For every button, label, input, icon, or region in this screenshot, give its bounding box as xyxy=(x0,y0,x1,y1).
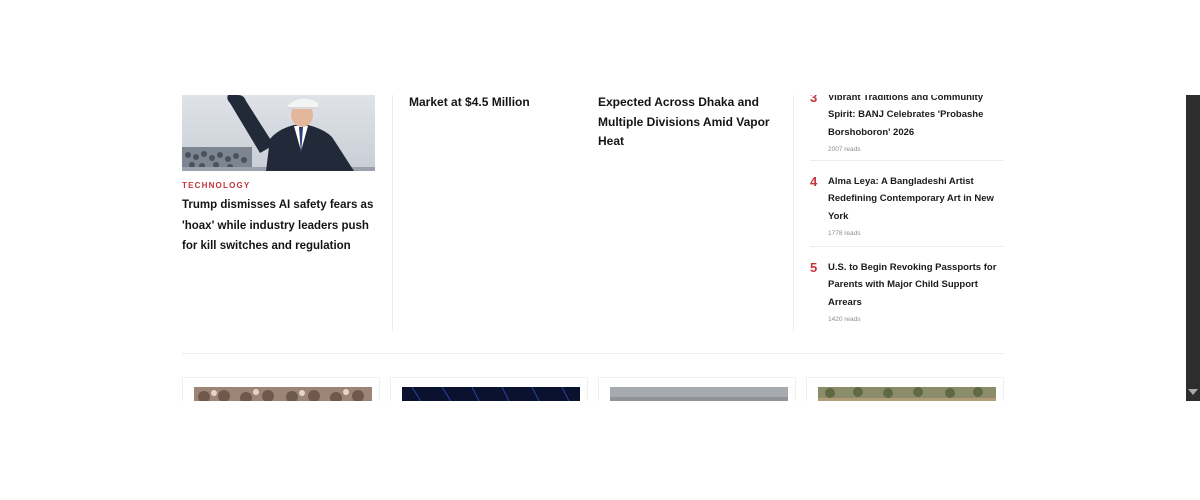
trending-rank: 5 xyxy=(810,260,818,275)
column-divider xyxy=(793,95,794,331)
triangle-down-icon[interactable] xyxy=(1188,389,1198,395)
news-card-image[interactable] xyxy=(610,387,788,401)
trending-title[interactable]: Vibrant Traditions and Community Spirit:… xyxy=(828,95,1004,141)
section-divider xyxy=(182,353,1004,354)
news-card-image[interactable] xyxy=(402,386,580,401)
lead-story-image[interactable] xyxy=(182,95,375,171)
scrollbar[interactable] xyxy=(1186,95,1200,401)
trending-reads: 1778 reads xyxy=(828,230,861,237)
lead-story-headline[interactable]: Trump dismisses AI safety fears as 'hoax… xyxy=(182,195,382,257)
story-2-headline[interactable]: Market at $4.5 Million xyxy=(409,95,589,113)
news-card-image[interactable] xyxy=(194,387,372,401)
trending-rank: 3 xyxy=(810,95,818,105)
news-card-image[interactable] xyxy=(818,387,996,401)
news-card[interactable] xyxy=(806,377,1004,401)
page-viewport: TECHNOLOGY Trump dismisses AI safety fea… xyxy=(0,95,1200,401)
trending-title[interactable]: U.S. to Begin Revoking Passports for Par… xyxy=(828,259,1004,311)
trending-title[interactable]: Alma Leya: A Bangladeshi Artist Redefini… xyxy=(828,173,1004,225)
column-divider xyxy=(392,95,393,331)
trending-rank: 4 xyxy=(810,174,818,189)
lead-story-category[interactable]: TECHNOLOGY xyxy=(182,181,250,190)
news-card[interactable] xyxy=(598,377,796,401)
news-section: TECHNOLOGY Trump dismisses AI safety fea… xyxy=(182,95,1004,401)
list-divider xyxy=(810,160,1004,161)
news-card[interactable] xyxy=(390,377,588,401)
trending-reads: 2007 reads xyxy=(828,146,861,153)
trending-reads: 1420 reads xyxy=(828,316,861,323)
list-divider xyxy=(810,246,1004,247)
news-card[interactable] xyxy=(182,377,380,401)
story-3-headline[interactable]: Expected Across Dhaka and Multiple Divis… xyxy=(598,95,778,152)
